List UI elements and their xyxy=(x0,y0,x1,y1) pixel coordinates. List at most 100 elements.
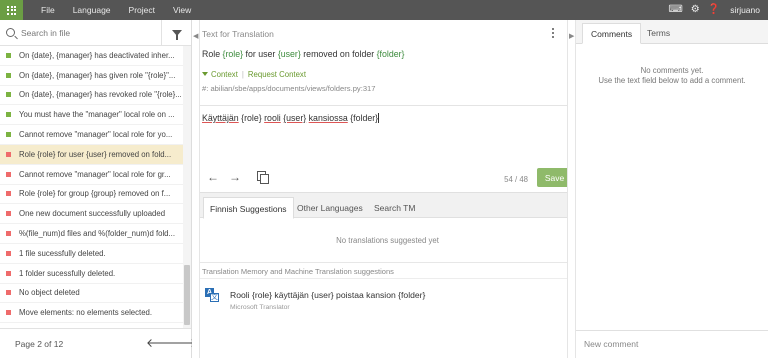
collapse-left-panel-button[interactable]: ◀ xyxy=(192,20,200,358)
untranslated-status-icon xyxy=(6,250,11,256)
no-comments-message: No comments yet. Use the text field belo… xyxy=(598,66,746,85)
list-item[interactable]: One new document successfully uploaded xyxy=(0,204,183,225)
search-bar xyxy=(0,20,191,46)
scrollbar-thumb[interactable] xyxy=(184,265,190,325)
list-item-text: On {date}, {manager} has revoked role "{… xyxy=(19,90,182,100)
list-item-text: Role {role} for user {user} removed on f… xyxy=(19,149,172,159)
editor-actions: ← → 54 / 48 Save xyxy=(200,168,575,190)
caret-left-icon: ◀ xyxy=(193,33,199,40)
translated-status-icon xyxy=(6,132,11,138)
translated-status-icon xyxy=(6,112,11,118)
untranslated-status-icon xyxy=(6,211,11,217)
menu-project[interactable]: Project xyxy=(129,5,155,15)
source-header: Text for Translation xyxy=(202,29,274,39)
tab-search-tm[interactable]: Search TM xyxy=(368,197,421,219)
search-icon xyxy=(6,28,15,37)
context-toggle[interactable]: Context xyxy=(211,70,238,79)
source-path: #: abilian/sbe/apps/documents/views/fold… xyxy=(202,84,376,93)
apps-menu-button[interactable] xyxy=(0,0,23,20)
translated-status-icon xyxy=(6,52,11,58)
untranslated-status-icon xyxy=(6,151,11,157)
main-menu: File Language Project View xyxy=(41,5,209,15)
tab-comments[interactable]: Comments xyxy=(582,23,642,44)
menu-file[interactable]: File xyxy=(41,5,55,15)
more-options-icon[interactable] xyxy=(552,28,555,40)
list-item[interactable]: You must have the "manager" local role o… xyxy=(0,105,183,126)
divider xyxy=(200,262,575,263)
list-item[interactable]: Cannot remove "manager" local role for y… xyxy=(0,125,183,145)
list-item-text: On {date}, {manager} has deactivated inh… xyxy=(19,50,175,60)
machine-translation-suggestion[interactable]: Rooli {role} käyttäjän {user} poistaa ka… xyxy=(230,290,425,300)
divider xyxy=(200,105,575,106)
filter-icon xyxy=(171,30,182,40)
arrow-left-icon[interactable]: ← xyxy=(207,171,219,183)
untranslated-status-icon xyxy=(6,231,11,237)
tab-terms[interactable]: Terms xyxy=(639,23,678,44)
string-list: On {date}, {manager} has deactivated inh… xyxy=(0,46,183,328)
list-item[interactable]: On {date}, {manager} has deactivated inh… xyxy=(0,46,183,66)
search-input[interactable] xyxy=(21,27,161,38)
caret-down-icon xyxy=(202,72,208,76)
list-item-text: 1 folder sucessfully deleted. xyxy=(19,268,116,278)
arrow-right-icon[interactable]: → xyxy=(229,171,241,183)
context-links: Context | Request Context xyxy=(202,70,306,79)
untranslated-status-icon xyxy=(6,270,11,276)
list-item-text: %(file_num)d files and %(folder_num)d fo… xyxy=(19,229,176,239)
caret-right-icon: ▶ xyxy=(569,33,575,40)
tab-other-languages[interactable]: Other Languages xyxy=(291,197,369,219)
list-item-text: 1 file sucessfully deleted. xyxy=(19,248,106,258)
menu-view[interactable]: View xyxy=(173,5,191,15)
list-item-text: On {date}, {manager} has given role "{ro… xyxy=(19,70,176,80)
new-comment-input[interactable] xyxy=(584,339,754,349)
string-list-panel: On {date}, {manager} has deactivated inh… xyxy=(0,20,197,358)
list-item[interactable]: Move elements: no elements selected. xyxy=(0,303,183,324)
list-item[interactable]: Role {role} for user {user} removed on f… xyxy=(0,144,183,165)
untranslated-status-icon xyxy=(6,310,11,316)
list-item-text: You must have the "manager" local role o… xyxy=(19,110,175,120)
list-item[interactable]: %(file_num)d files and %(folder_num)d fo… xyxy=(0,224,183,244)
list-item[interactable]: 1 file sucessfully deleted. xyxy=(0,244,183,264)
list-item[interactable]: On {date}, {manager} has revoked role "{… xyxy=(0,86,183,106)
list-item-text: Cannot remove "manager" local role for y… xyxy=(19,130,173,140)
editor-panel: Text for Translation Role {role} for use… xyxy=(200,20,575,358)
menu-language[interactable]: Language xyxy=(73,5,111,15)
untranslated-status-icon xyxy=(6,290,11,296)
list-item-text: One new document successfully uploaded xyxy=(19,209,166,219)
translated-status-icon xyxy=(6,72,11,78)
list-item-text: No object deleted xyxy=(19,288,80,298)
pager: Page 2 of 12 🡐 🡒 xyxy=(0,328,197,358)
translation-provider: Microsoft Translator xyxy=(230,304,290,311)
filter-button[interactable] xyxy=(161,20,191,46)
list-item[interactable]: Cannot remove "manager" local role for g… xyxy=(0,165,183,185)
list-item[interactable]: On {date}, {manager} has given role "{ro… xyxy=(0,66,183,86)
list-item-text: Cannot remove "manager" local role for g… xyxy=(19,169,171,179)
comments-tabs: Comments Terms xyxy=(576,20,768,44)
new-comment-area xyxy=(576,330,768,358)
text-cursor xyxy=(378,113,380,123)
list-item[interactable]: Role {role} for group {group} removed on… xyxy=(0,185,183,205)
keyboard-icon[interactable]: ⌨ xyxy=(668,5,682,15)
list-scrollbar[interactable] xyxy=(183,46,191,328)
suggestion-tabs: Finnish Suggestions Other Languages Sear… xyxy=(200,192,575,219)
top-right-tools: ⌨ ⚙ ❓ sirjuano xyxy=(668,0,760,20)
copy-icon[interactable] xyxy=(257,171,269,184)
placeholder-role: {role} xyxy=(222,49,244,59)
gear-icon[interactable]: ⚙ xyxy=(691,5,700,15)
list-item[interactable]: No object deleted xyxy=(0,284,183,304)
list-item-text: Role {role} for group {group} removed on… xyxy=(19,189,171,199)
comments-panel: Comments Terms No comments yet. Use the … xyxy=(576,20,768,358)
help-icon[interactable]: ❓ xyxy=(708,5,720,15)
tab-finnish-suggestions[interactable]: Finnish Suggestions xyxy=(203,197,294,219)
request-context-link[interactable]: Request Context xyxy=(248,70,306,79)
tm-header: Translation Memory and Machine Translati… xyxy=(202,267,394,276)
untranslated-status-icon xyxy=(6,171,11,177)
list-item-text: Move elements: no elements selected. xyxy=(19,308,153,318)
untranslated-status-icon xyxy=(6,191,11,197)
page-indicator: Page 2 of 12 xyxy=(15,338,64,349)
list-item[interactable]: 1 folder sucessfully deleted. xyxy=(0,264,183,284)
user-menu[interactable]: sirjuano xyxy=(730,5,760,15)
apps-grid-icon xyxy=(7,5,16,15)
translation-input[interactable]: Käyttäjän {role} rooli {user} kansiossa … xyxy=(202,113,380,123)
placeholder-folder: {folder} xyxy=(376,49,405,59)
collapse-right-panel-button[interactable]: ▶ xyxy=(567,20,576,358)
